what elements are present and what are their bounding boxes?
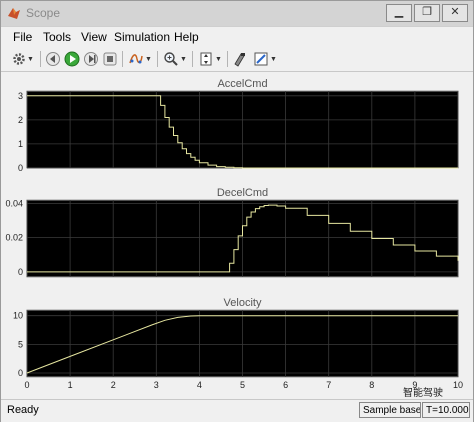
y-tick-label: 0.04: [5, 198, 23, 208]
toolbar: ▼ ▼ ▼ ▼ ▼: [1, 47, 473, 72]
toolbar-separator: [192, 51, 193, 67]
menu-tools[interactable]: Tools: [43, 30, 71, 44]
close-button[interactable]: ✕: [442, 4, 468, 22]
x-tick-label: 3: [154, 380, 159, 390]
x-tick-label: 1: [68, 380, 73, 390]
dropdown-arrow-icon: ▼: [27, 55, 34, 63]
menu-bar: File Tools View Simulation Help: [1, 27, 473, 47]
fit-axes-icon: [200, 52, 212, 66]
fit-axes-button[interactable]: ▼: [196, 50, 224, 68]
axes-title: AccelCmd: [217, 78, 267, 90]
y-tick-label: 10: [13, 311, 23, 321]
y-tick-label: 0: [18, 267, 23, 277]
y-tick-label: 3: [18, 91, 23, 101]
sample-mode-indicator: Sample based: [359, 402, 421, 418]
toolbar-separator: [40, 51, 41, 67]
style-button[interactable]: [231, 50, 249, 68]
run-icon: [64, 51, 80, 67]
x-tick-label: 0: [24, 380, 29, 390]
y-tick-label: 0.02: [5, 233, 23, 243]
configuration-button[interactable]: ▼: [9, 50, 37, 68]
x-tick-label: 5: [240, 380, 245, 390]
minimize-button[interactable]: ▁: [386, 4, 412, 22]
zoom-icon: [164, 52, 178, 66]
step-forward-button[interactable]: [82, 50, 100, 68]
sample-time-icon: [129, 54, 143, 64]
axes-title: Velocity: [224, 297, 262, 309]
title-bar: Scope ▁ ❐ ✕: [1, 1, 473, 26]
stop-icon: [103, 52, 117, 66]
y-tick-label: 0: [18, 368, 23, 378]
sample-time-button[interactable]: ▼: [126, 50, 154, 68]
axes-title: DecelCmd: [217, 187, 268, 199]
x-tick-label: 10: [453, 380, 463, 390]
toolbar-separator: [122, 51, 123, 67]
menu-file[interactable]: File: [13, 30, 32, 44]
dropdown-arrow-icon: ▼: [270, 55, 277, 63]
highlight-icon: [254, 52, 268, 66]
simulation-time-indicator: T=10.000: [422, 402, 470, 418]
rewind-step-icon: [46, 52, 60, 66]
gear-icon: [13, 53, 25, 65]
status-bar: Ready Sample based T=10.000: [1, 399, 473, 422]
matlab-logo-icon: [8, 8, 20, 19]
toolbar-separator: [157, 51, 158, 67]
restore-icon: ❐: [422, 6, 432, 18]
y-tick-label: 2: [18, 115, 23, 125]
step-back-button[interactable]: [44, 50, 62, 68]
dropdown-arrow-icon: ▼: [145, 55, 152, 63]
scope-plots: AccelCmd 0 1 2 3 DecelCmd 0 0.02 0.04 Velocity 0 1 2…: [5, 78, 463, 390]
highlight-button[interactable]: ▼: [251, 50, 279, 68]
x-tick-label: 7: [326, 380, 331, 390]
status-text: Ready: [7, 404, 39, 416]
zoom-button[interactable]: ▼: [161, 50, 189, 68]
dropdown-arrow-icon: ▼: [215, 55, 222, 63]
style-icon: [234, 53, 245, 67]
toolbar-separator: [227, 51, 228, 67]
step-forward-icon: [84, 52, 98, 66]
run-button[interactable]: [63, 50, 81, 68]
watermark-logo: 智能驾驶: [403, 388, 443, 399]
menu-help[interactable]: Help: [174, 30, 199, 44]
x-tick-label: 2: [111, 380, 116, 390]
x-tick-label: 8: [369, 380, 374, 390]
scope-window: Scope ▁ ❐ ✕ File Tools View Simulation H…: [0, 0, 474, 422]
maximize-button[interactable]: ❐: [414, 4, 440, 22]
window-title: Scope: [26, 6, 61, 20]
stop-button[interactable]: [101, 50, 119, 68]
menu-view[interactable]: View: [81, 30, 107, 44]
minimize-icon: ▁: [394, 6, 404, 18]
y-tick-label: 5: [18, 339, 23, 349]
y-tick-label: 0: [18, 163, 23, 173]
x-tick-label: 4: [197, 380, 202, 390]
x-tick-label: 6: [283, 380, 288, 390]
y-tick-label: 1: [18, 139, 23, 149]
dropdown-arrow-icon: ▼: [180, 55, 187, 63]
menu-simulation[interactable]: Simulation: [114, 30, 170, 44]
close-icon: ✕: [450, 6, 460, 18]
